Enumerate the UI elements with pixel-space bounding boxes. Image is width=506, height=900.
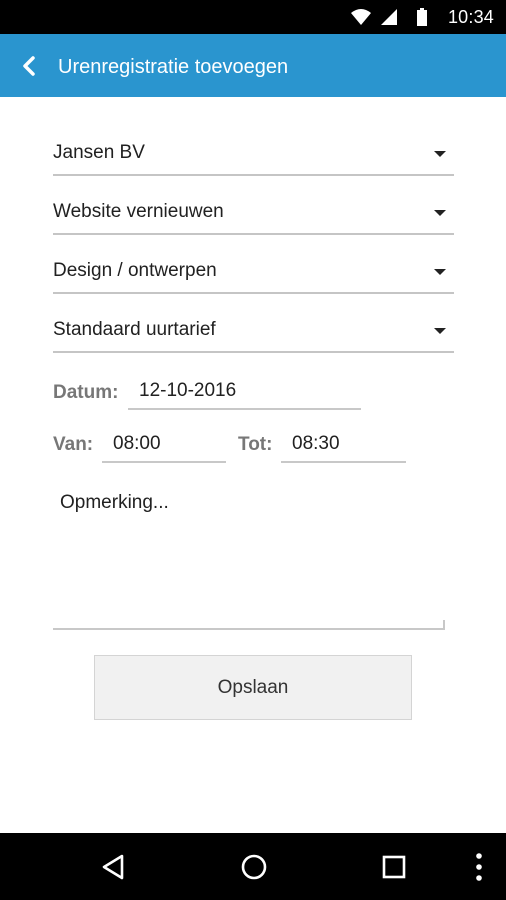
remark-placeholder: Opmerking... [60, 492, 169, 513]
client-spinner[interactable]: Jansen BV [53, 134, 454, 176]
recents-square-icon[interactable] [381, 854, 407, 880]
home-circle-icon[interactable] [240, 853, 268, 881]
project-value: Website vernieuwen [53, 201, 224, 222]
activity-spinner[interactable]: Design / ontwerpen [53, 252, 454, 294]
activity-value: Design / ontwerpen [53, 260, 217, 281]
client-value: Jansen BV [53, 142, 145, 163]
chevron-left-icon [23, 56, 35, 76]
wifi-icon [351, 9, 372, 25]
dropdown-arrow-icon [434, 210, 446, 216]
remark-textarea[interactable]: Opmerking... [53, 485, 445, 630]
cell-signal-icon [380, 9, 397, 25]
app-bar: Urenregistratie toevoegen [0, 34, 506, 97]
overflow-dots-icon[interactable] [474, 852, 484, 882]
status-bar: 10:34 [0, 0, 506, 34]
back-triangle-icon[interactable] [100, 853, 126, 881]
date-field[interactable]: 12-10-2016 [128, 378, 361, 410]
project-spinner[interactable]: Website vernieuwen [53, 193, 454, 235]
dropdown-arrow-icon [434, 328, 446, 334]
status-icons [351, 8, 428, 26]
navigation-bar [0, 833, 506, 900]
save-button[interactable]: Opslaan [94, 655, 412, 720]
from-time-value: 08:00 [113, 433, 161, 454]
from-label: Van: [53, 434, 94, 455]
to-time-field[interactable]: 08:30 [281, 431, 406, 463]
from-time-field[interactable]: 08:00 [102, 431, 226, 463]
date-label: Datum: [53, 382, 119, 403]
rate-spinner[interactable]: Standaard uurtarief [53, 311, 454, 353]
status-time: 10:34 [447, 7, 494, 27]
to-time-value: 08:30 [292, 433, 340, 454]
dropdown-arrow-icon [434, 151, 446, 157]
dropdown-arrow-icon [434, 269, 446, 275]
rate-value: Standaard uurtarief [53, 319, 216, 340]
date-value: 12-10-2016 [139, 380, 237, 401]
textarea-corner [435, 620, 445, 628]
back-button[interactable] [16, 52, 44, 80]
battery-icon [417, 8, 427, 26]
to-label: Tot: [238, 434, 273, 455]
page-title: Urenregistratie toevoegen [58, 56, 289, 78]
